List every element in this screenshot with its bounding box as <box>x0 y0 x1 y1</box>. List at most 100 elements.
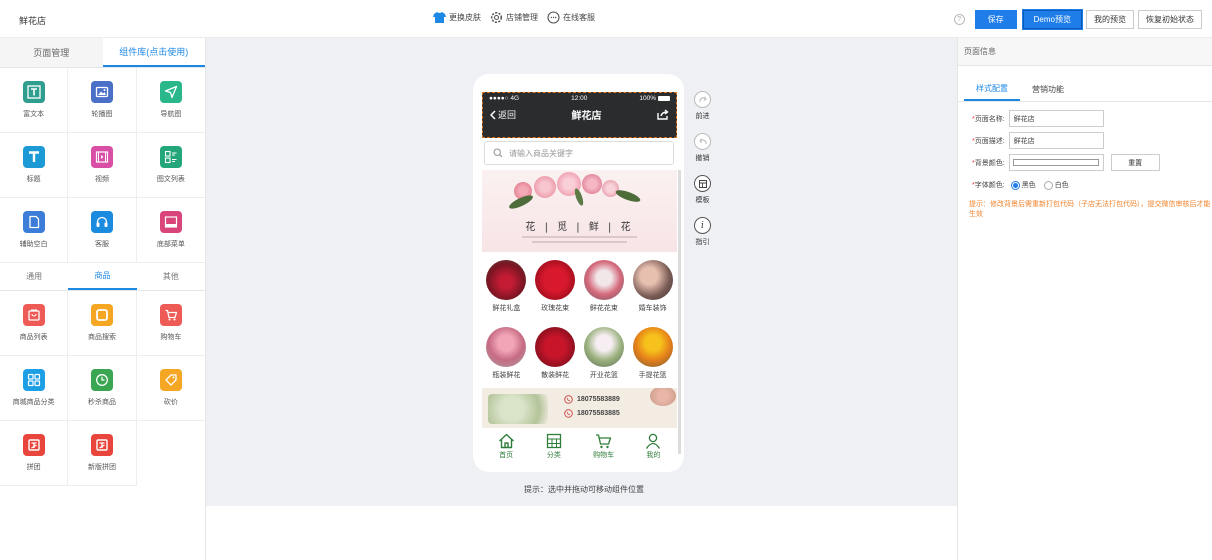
category-item[interactable]: 瓶装鲜花 <box>486 327 527 380</box>
tab-component-library[interactable]: 组件库(点击使用) <box>102 38 205 67</box>
component-label: 砍价 <box>163 399 178 406</box>
contact-phone-2[interactable]: 18075583885 <box>564 409 620 418</box>
page-desc-input[interactable]: 鲜花店 <box>1008 132 1104 149</box>
component-label: 拼团 <box>26 464 41 471</box>
category-image <box>583 327 624 367</box>
title-icon <box>22 146 45 168</box>
clock-icon <box>90 369 113 391</box>
drag-hint: 提示：选中并拖动可移动组件位置 <box>524 485 644 494</box>
component-richtext[interactable]: 富文本 <box>0 68 69 133</box>
save-button[interactable]: 保存 <box>974 10 1017 29</box>
component-label: 客服 <box>94 241 109 248</box>
richtext-icon <box>22 81 45 103</box>
tab-home[interactable]: 首页 <box>498 433 515 460</box>
info-icon: i <box>694 217 711 234</box>
share-icon[interactable] <box>657 109 669 120</box>
reset-button[interactable]: 重置 <box>1110 154 1160 171</box>
component-new-group-buy[interactable]: 新版拼团 <box>68 421 137 486</box>
component-goods-list[interactable]: 商品列表 <box>0 291 69 356</box>
goods-list-icon <box>22 304 45 326</box>
tab-category[interactable]: 分类 <box>546 433 562 460</box>
radio-white[interactable] <box>1043 180 1053 190</box>
cart-icon <box>596 433 612 448</box>
bg-color-picker[interactable] <box>1008 154 1104 171</box>
font-color-white-option[interactable]: 白色 <box>1043 180 1069 190</box>
flower-decoration <box>534 176 556 198</box>
component-cart[interactable]: 购物车 <box>136 291 205 356</box>
category-item[interactable]: 开业花篮 <box>583 327 624 380</box>
bargain-icon <box>159 369 182 391</box>
top-right-actions: ? 保存 Demo预览 我的预览 恢复初始状态 <box>953 9 1202 30</box>
contact-phone-1[interactable]: 18075583889 <box>564 395 620 404</box>
component-goods-category[interactable]: 商城商品分类 <box>0 356 69 421</box>
phone-nav-row: 返回 鲜花店 <box>482 102 677 122</box>
demo-preview-button[interactable]: Demo预览 <box>1021 9 1084 30</box>
component-flash-sale[interactable]: 秒杀商品 <box>68 356 137 421</box>
category-item[interactable]: 鲜花花束 <box>583 260 624 313</box>
tab-mine[interactable]: 我的 <box>645 433 661 460</box>
group-buy-icon <box>22 434 45 456</box>
phone-search-bar[interactable]: 请输入商品关键字 <box>484 141 674 165</box>
blank-icon <box>22 211 45 233</box>
online-service-link[interactable]: 在线客服 <box>547 11 595 24</box>
gear-icon <box>490 11 503 24</box>
category-item[interactable]: 婚车装饰 <box>632 260 673 313</box>
category-row-2: 瓶装鲜花 散装鲜花 开业花篮 手提花篮 <box>482 327 677 380</box>
category-label: 鲜花花束 <box>589 305 618 312</box>
component-label: 购物车 <box>160 334 182 341</box>
status-signal: ●●●●○ 4G <box>489 95 520 102</box>
template-label: 模板 <box>695 197 710 204</box>
help-icon[interactable]: ? <box>953 14 965 25</box>
guide-button[interactable]: i 指引 <box>694 217 711 247</box>
phone-status-bar: ●●●●○ 4G 12:00 100% <box>482 92 677 102</box>
component-customer-service[interactable]: 客服 <box>68 198 137 263</box>
tab-general[interactable]: 通用 <box>0 263 68 290</box>
category-image <box>486 327 527 367</box>
editor-canvas: ●●●●○ 4G 12:00 100% 返回 鲜花店 请输入商品关键字 花 | … <box>206 38 957 506</box>
component-title[interactable]: 标题 <box>0 133 69 198</box>
component-label: 辅助空白 <box>19 241 48 248</box>
component-goods-search[interactable]: 商品搜索 <box>68 291 137 356</box>
category-item[interactable]: 鲜花礼盒 <box>486 260 527 313</box>
undo-button[interactable]: 撤销 <box>694 133 711 163</box>
shop-management-link[interactable]: 店铺管理 <box>490 11 538 24</box>
tab-page-management[interactable]: 页面管理 <box>0 38 103 67</box>
tab-cart[interactable]: 购物车 <box>593 433 614 460</box>
component-video[interactable]: 视频 <box>68 133 137 198</box>
component-bottom-menu[interactable]: 底部菜单 <box>136 198 205 263</box>
change-skin-link[interactable]: 更换皮肤 <box>433 12 481 23</box>
font-color-black-option[interactable]: 黑色 <box>1010 180 1036 190</box>
category-item[interactable]: 散装鲜花 <box>535 327 576 380</box>
phone-scrollbar[interactable] <box>678 170 681 454</box>
component-blank[interactable]: 辅助空白 <box>0 198 69 263</box>
back-button[interactable]: 返回 <box>490 108 516 121</box>
phone-header-selected[interactable]: ●●●●○ 4G 12:00 100% 返回 鲜花店 <box>482 92 677 138</box>
phone-tab-bar: 首页 分类 购物车 我的 <box>482 428 677 464</box>
component-carousel[interactable]: 轮播图 <box>68 68 137 133</box>
video-icon <box>90 146 113 168</box>
tab-style-config[interactable]: 样式配置 <box>964 78 1020 101</box>
restore-initial-button[interactable]: 恢复初始状态 <box>1138 10 1202 29</box>
banner-title: 花 | 觅 | 鲜 | 花 <box>525 222 634 233</box>
component-image-text-list[interactable]: 图文列表 <box>136 133 205 198</box>
component-label: 商品搜索 <box>87 334 116 341</box>
tab-goods[interactable]: 商品 <box>68 263 137 290</box>
my-preview-button[interactable]: 我的预览 <box>1086 10 1134 29</box>
radio-black[interactable] <box>1010 180 1020 190</box>
forward-button[interactable]: 前进 <box>694 91 711 121</box>
component-label: 商城商品分类 <box>12 399 55 406</box>
tab-other[interactable]: 其他 <box>137 263 205 290</box>
tab-marketing[interactable]: 营销功能 <box>1020 78 1076 101</box>
banner-text-line <box>522 236 637 238</box>
warning-text: 提示：修改背景后需重新打包代码（子店无法打包代码），提交微信审核后才能生效 <box>969 201 1211 218</box>
category-item[interactable]: 手提花篮 <box>632 327 673 380</box>
category-image <box>632 327 673 367</box>
component-label: 标题 <box>26 176 41 183</box>
template-button[interactable]: 模板 <box>694 175 711 205</box>
category-item[interactable]: 玫瑰花束 <box>535 260 576 313</box>
component-navigation[interactable]: 导航图 <box>136 68 205 133</box>
component-bargain[interactable]: 砍价 <box>136 356 205 421</box>
component-group-buy[interactable]: 拼团 <box>0 421 69 486</box>
category-image <box>486 260 527 300</box>
page-name-input[interactable]: 鲜花店 <box>1008 110 1104 127</box>
